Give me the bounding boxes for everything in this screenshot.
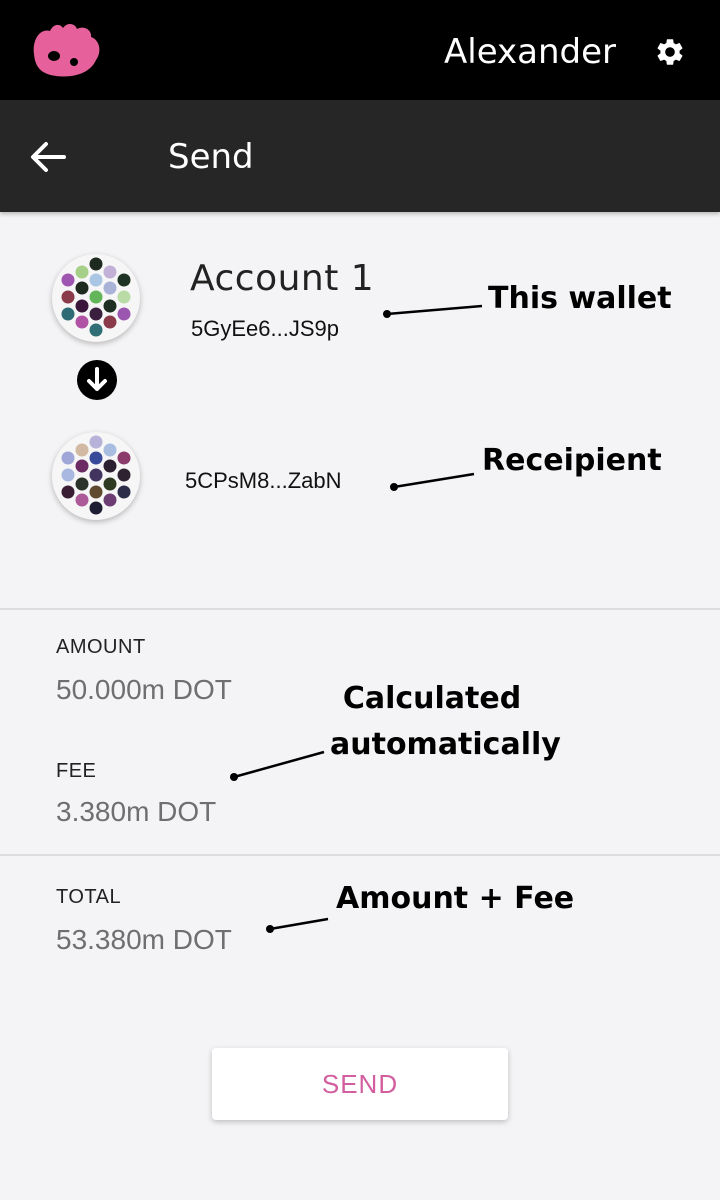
send-button[interactable]: SEND	[212, 1048, 508, 1120]
annotation-calculated-line2: automatically	[330, 727, 561, 762]
gear-icon[interactable]	[654, 36, 686, 68]
annotation-calculated: Calculated automatically	[330, 676, 561, 768]
sender-address: 5GyEe6...JS9p	[191, 316, 339, 341]
arrow-down-circle-icon	[77, 360, 117, 400]
annotation-recipient: Receipient	[482, 443, 662, 478]
username[interactable]: Alexander	[444, 30, 616, 74]
page-title: Send	[168, 137, 254, 177]
polkadot-logo-icon[interactable]	[30, 22, 102, 78]
annotation-this-wallet: This wallet	[488, 281, 672, 316]
annotation-line	[233, 750, 325, 779]
recipient-address: 5CPsM8...ZabN	[185, 468, 342, 493]
annotation-dot	[266, 925, 274, 933]
divider	[0, 608, 720, 610]
arrow-left-icon[interactable]	[30, 140, 66, 174]
annotation-total: Amount + Fee	[336, 881, 575, 916]
nav-bar	[0, 100, 720, 212]
annotation-line	[393, 472, 475, 489]
divider	[0, 854, 720, 856]
amount-value: 50.000m DOT	[56, 674, 232, 705]
fee-value: 3.380m DOT	[56, 796, 217, 827]
amount-label: AMOUNT	[56, 636, 146, 658]
fee-label: FEE	[56, 760, 97, 782]
annotation-dot	[230, 773, 238, 781]
annotation-dot	[383, 310, 391, 318]
account-name: Account 1	[190, 258, 375, 299]
total-value: 53.380m DOT	[56, 924, 232, 955]
annotation-line	[386, 304, 483, 316]
annotation-line	[269, 917, 329, 931]
identicon	[61, 435, 131, 515]
total-label: TOTAL	[56, 886, 122, 908]
annotation-calculated-line1: Calculated	[342, 681, 522, 716]
sender-avatar	[52, 254, 140, 342]
annotation-dot	[390, 483, 398, 491]
identicon	[61, 257, 131, 337]
recipient-avatar	[52, 432, 140, 520]
